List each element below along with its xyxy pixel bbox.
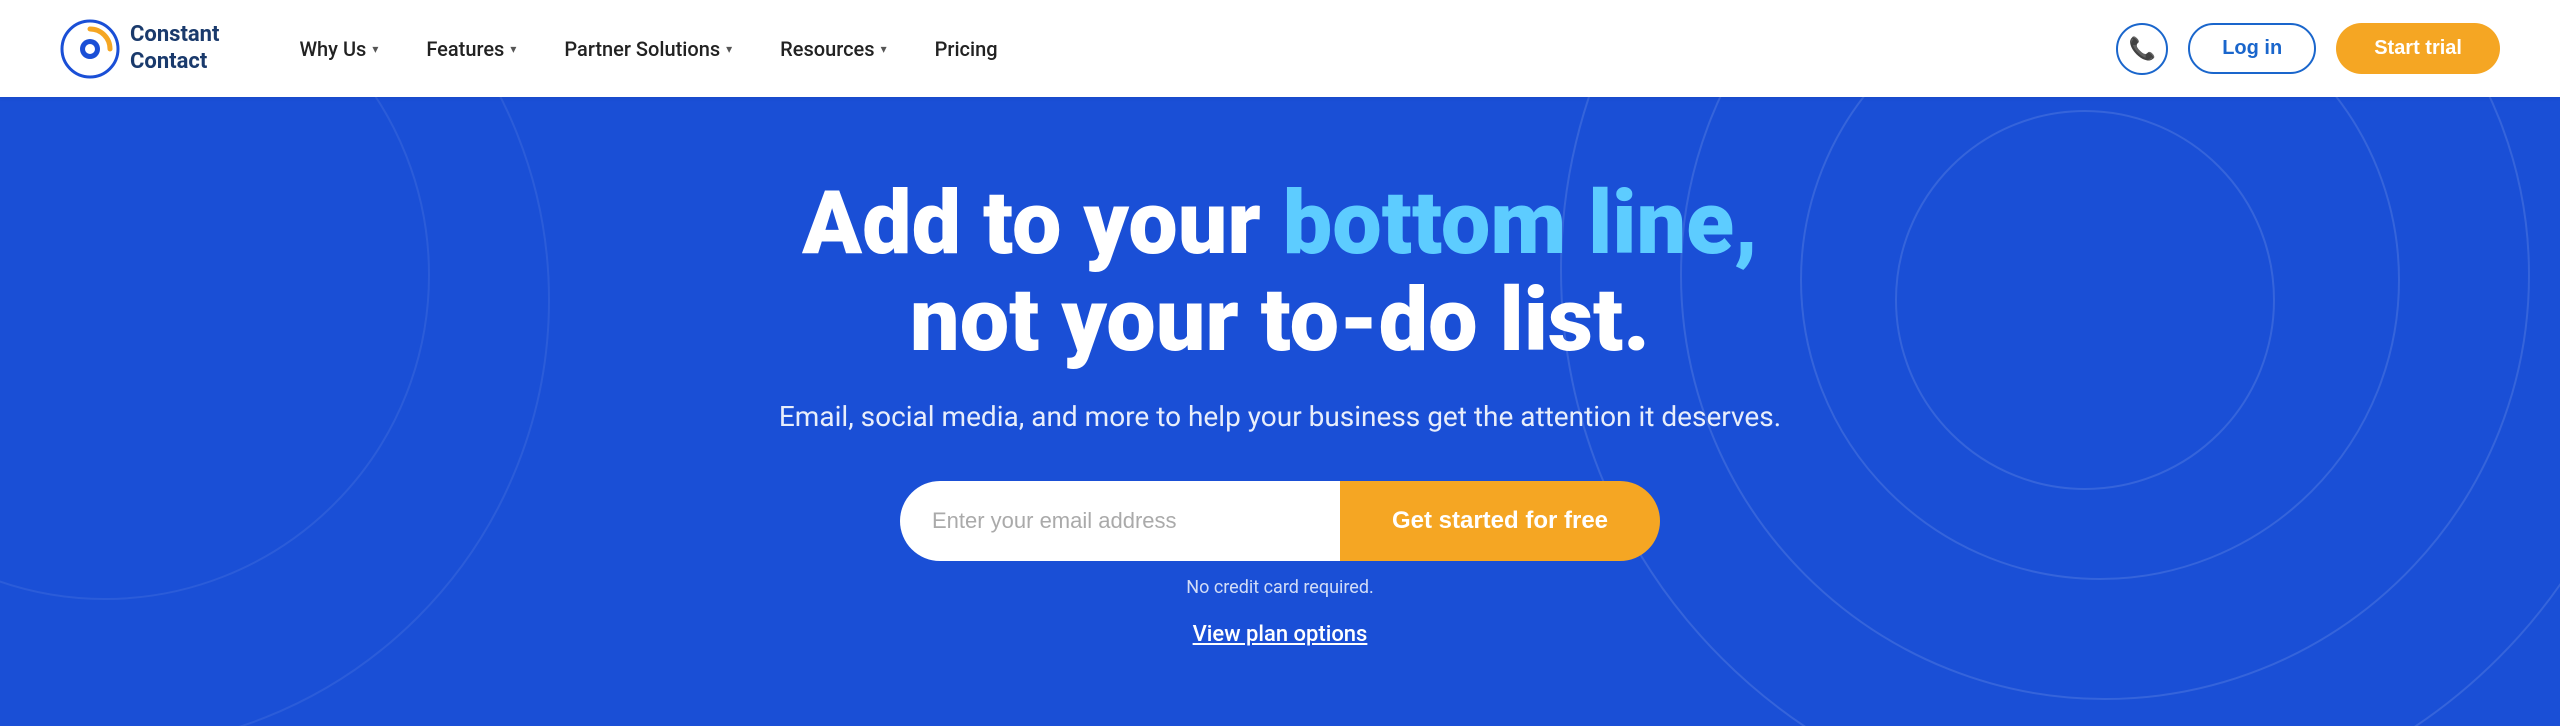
nav-resources[interactable]: Resources ▾	[780, 37, 886, 61]
hero-section: Add to your bottom line, not your to-do …	[0, 0, 2560, 726]
no-credit-card-text: No credit card required.	[779, 577, 1781, 598]
hero-content: Add to your bottom line, not your to-do …	[739, 176, 1821, 647]
chevron-down-icon: ▾	[726, 42, 732, 56]
login-button[interactable]: Log in	[2188, 23, 2316, 74]
logo-link[interactable]: Constant Contact	[60, 19, 219, 79]
hero-subtext: Email, social media, and more to help yo…	[779, 400, 1781, 433]
hero-headline: Add to your bottom line, not your to-do …	[779, 176, 1781, 370]
nav-pricing[interactable]: Pricing	[935, 37, 998, 61]
start-trial-button[interactable]: Start trial	[2336, 23, 2500, 74]
logo-icon	[60, 19, 120, 79]
chevron-down-icon: ▾	[510, 42, 516, 56]
cta-form: Get started for free	[779, 481, 1781, 561]
nav-actions: 📞 Log in Start trial	[2116, 23, 2500, 75]
chevron-down-icon: ▾	[372, 42, 378, 56]
phone-icon: 📞	[2129, 36, 2156, 62]
nav-why-us[interactable]: Why Us ▾	[299, 37, 378, 61]
chevron-down-icon: ▾	[881, 42, 887, 56]
navbar: Constant Contact Why Us ▾ Features ▾ Par…	[0, 0, 2560, 97]
phone-button[interactable]: 📞	[2116, 23, 2168, 75]
decorative-circle	[0, 0, 550, 726]
main-nav: Why Us ▾ Features ▾ Partner Solutions ▾ …	[299, 37, 2116, 61]
nav-features[interactable]: Features ▾	[426, 37, 516, 61]
nav-partner-solutions[interactable]: Partner Solutions ▾	[564, 37, 732, 61]
get-started-button[interactable]: Get started for free	[1340, 481, 1660, 561]
brand-name: Constant Contact	[130, 22, 219, 75]
view-plans-link[interactable]: View plan options	[1193, 622, 1368, 647]
decorative-circle	[1895, 110, 2275, 490]
email-input[interactable]	[900, 481, 1340, 561]
